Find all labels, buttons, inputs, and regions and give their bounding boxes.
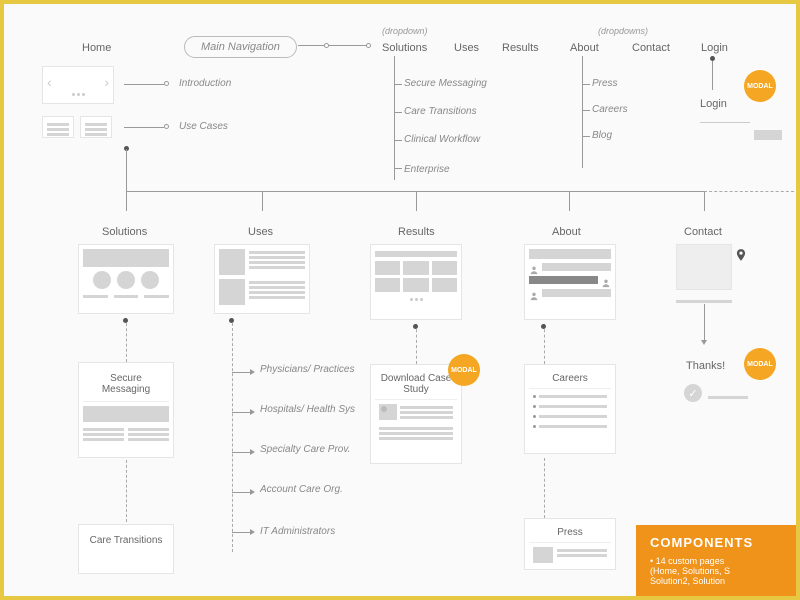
careers-title: Careers [529, 369, 611, 388]
modal-badge-contact: MODAL [744, 348, 776, 380]
carousel-wireframe: ‹ › [42, 66, 114, 104]
usecase-box-2 [80, 116, 112, 138]
section-solutions: Solutions [102, 226, 147, 238]
person-icon [529, 288, 539, 298]
uses-physicians[interactable]: Physicians/ Practices [260, 364, 330, 375]
download-case-study-card: Download Case Study [370, 364, 462, 464]
uses-specialty[interactable]: Specialty Care Prov. [260, 444, 330, 455]
login-label[interactable]: Login [700, 98, 727, 110]
download-case-title: Download Case Study [375, 369, 457, 399]
person-icon [601, 275, 611, 285]
contact-wireframe [676, 244, 732, 290]
solutions-enterprise[interactable]: Enterprise [404, 164, 450, 175]
nav-results[interactable]: Results [502, 42, 539, 54]
about-wireframe [524, 244, 616, 320]
dropdown-label-1: (dropdown) [382, 26, 428, 36]
pin-icon [734, 248, 748, 262]
uses-hospitals[interactable]: Hospitals/ Health Sys [260, 404, 330, 415]
care-transitions-title: Care Transitions [83, 529, 169, 552]
about-careers[interactable]: Careers [592, 104, 628, 115]
introduction-label: Introduction [179, 78, 231, 89]
nav-uses[interactable]: Uses [454, 42, 479, 54]
use-cases-label: Use Cases [179, 121, 228, 132]
dropdown-label-2: (dropdowns) [598, 26, 648, 36]
press-title: Press [529, 523, 611, 542]
press-card: Press [524, 518, 616, 570]
section-results: Results [398, 226, 435, 238]
modal-badge-login: MODAL [744, 70, 776, 102]
check-circle-icon: ✓ [684, 384, 702, 402]
uses-account[interactable]: Account Care Org. [260, 484, 330, 495]
solutions-care-transitions[interactable]: Care Transitions [404, 106, 464, 117]
components-line1: • 14 custom pages [650, 556, 782, 566]
components-line3: Solution2, Solution [650, 576, 782, 586]
components-panel: COMPONENTS • 14 custom pages (Home, Solu… [636, 525, 796, 596]
section-about: About [552, 226, 581, 238]
results-wireframe [370, 244, 462, 320]
nav-solutions[interactable]: Solutions [382, 42, 427, 54]
secure-messaging-title: Secure Messaging [83, 367, 169, 401]
nav-home[interactable]: Home [82, 42, 111, 54]
components-line2: (Home, Solutions, S [650, 566, 782, 576]
about-press[interactable]: Press [592, 78, 618, 89]
section-uses: Uses [248, 226, 273, 238]
uses-wireframe [214, 244, 310, 314]
about-blog[interactable]: Blog [592, 130, 612, 141]
components-title: COMPONENTS [650, 535, 782, 550]
chevron-left-icon: ‹ [47, 74, 52, 90]
person-icon [529, 262, 539, 272]
usecase-box-1 [42, 116, 74, 138]
care-transitions-card: Care Transitions [78, 524, 174, 574]
nav-contact[interactable]: Contact [632, 42, 670, 54]
careers-card: Careers [524, 364, 616, 454]
uses-it-admin[interactable]: IT Administrators [260, 526, 335, 537]
nav-login[interactable]: Login [701, 42, 728, 54]
solutions-clinical-workflow[interactable]: Clinical Workflow [404, 134, 464, 145]
secure-messaging-card: Secure Messaging [78, 362, 174, 458]
section-contact: Contact [684, 226, 722, 238]
chevron-right-icon: › [104, 74, 109, 90]
thanks-label: Thanks! [686, 360, 725, 372]
main-navigation-pill[interactable]: Main Navigation [184, 36, 297, 58]
solutions-wireframe [78, 244, 174, 314]
modal-badge-results: MODAL [448, 354, 480, 386]
solutions-secure-messaging[interactable]: Secure Messaging [404, 78, 464, 89]
nav-about[interactable]: About [570, 42, 599, 54]
